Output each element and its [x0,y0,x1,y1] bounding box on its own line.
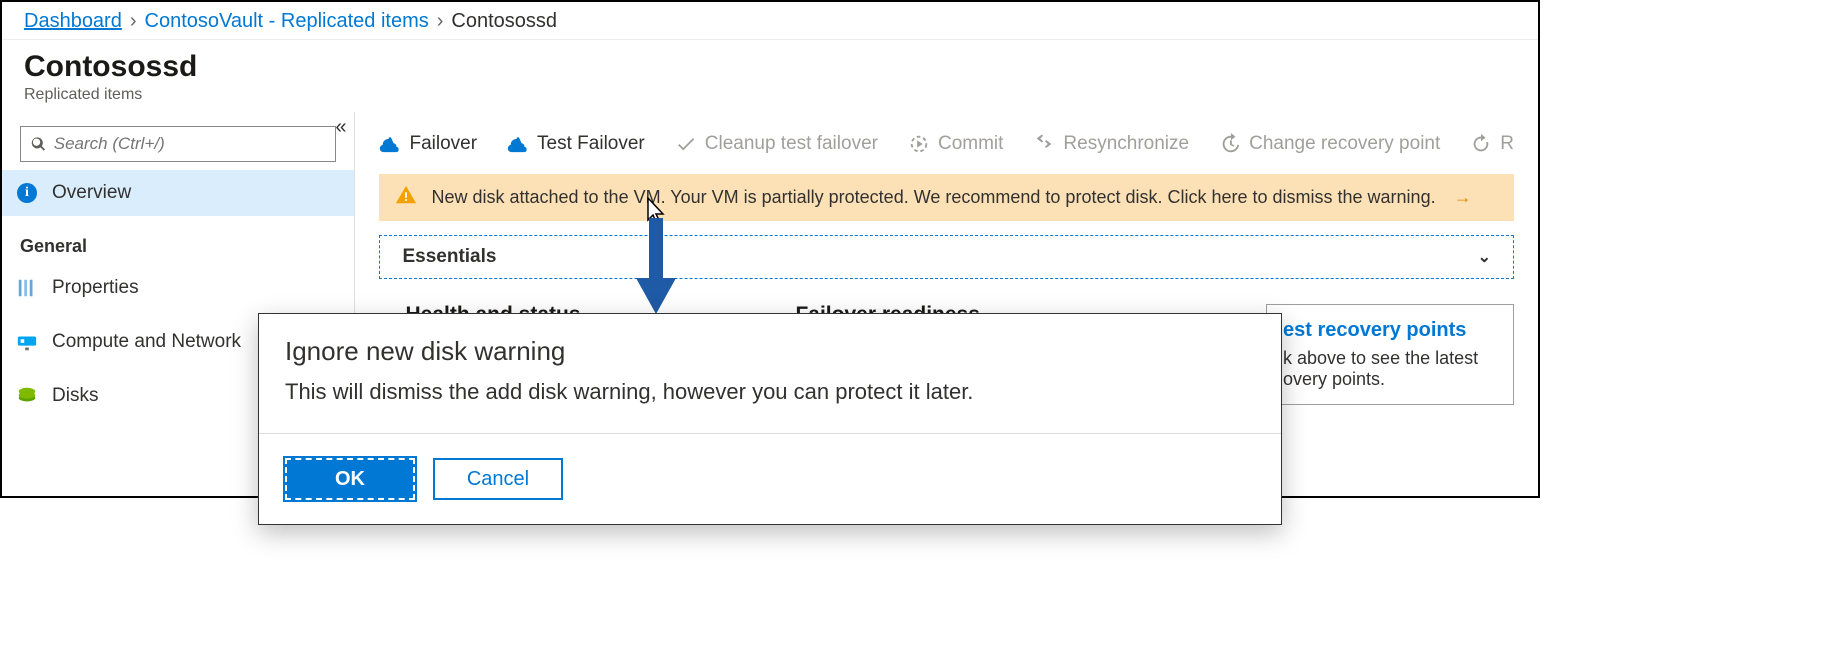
toolbar-commit: Commit [908,133,1003,155]
toolbar-label: R [1500,133,1514,155]
toolbar-label: Change recovery point [1249,133,1440,155]
chevron-double-down-icon: ⌄ [1478,247,1491,267]
arrow-right-icon: → [1454,187,1472,208]
toolbar-label: Cleanup test failover [705,133,878,155]
essentials-label: Essentials [402,246,496,268]
history-icon [1219,133,1241,155]
checkmark-icon [675,133,697,155]
breadcrumb-current: Contosossd [451,10,557,33]
toolbar-label: Failover [409,133,477,155]
cloud-test-icon [507,133,529,155]
divider [259,433,1281,434]
warning-icon [395,184,417,211]
recovery-points-title: est recovery points [1283,319,1497,342]
warning-text: New disk attached to the VM. Your VM is … [431,187,1435,208]
toolbar-change-rp: Change recovery point [1219,133,1440,155]
sidebar-item-label: Disks [52,385,98,407]
cloud-failover-icon [379,133,401,155]
info-icon: i [16,182,38,204]
sidebar-section-general: General [20,236,336,257]
disks-icon [16,385,38,407]
recovery-points-card[interactable]: est recovery points k above to see the l… [1266,304,1514,405]
compute-icon [16,331,38,353]
toolbar-label: Resynchronize [1063,133,1189,155]
cancel-button[interactable]: Cancel [433,458,563,500]
page-header: Contosossd Replicated items [2,40,1538,112]
toolbar-more: R [1470,133,1514,155]
sidebar-item-label: Compute and Network [52,331,241,353]
collapse-sidebar-icon[interactable]: « [335,116,346,139]
toolbar-failover[interactable]: Failover [379,133,477,155]
breadcrumb-dashboard[interactable]: Dashboard [24,10,122,33]
dialog-body: This will dismiss the add disk warning, … [285,379,1255,405]
chevron-right-icon: › [437,10,444,33]
toolbar-test-failover[interactable]: Test Failover [507,133,645,155]
breadcrumb: Dashboard › ContosoVault - Replicated it… [2,2,1538,40]
refresh-icon [1470,133,1492,155]
commit-icon [908,133,930,155]
recovery-points-body: k above to see the latest overy points. [1283,348,1497,390]
sidebar-item-label: Overview [52,182,131,204]
breadcrumb-vault[interactable]: ContosoVault - Replicated items [145,10,429,33]
essentials-panel[interactable]: Essentials ⌄ [379,235,1514,279]
toolbar: Failover Test Failover Cleanup test fail… [379,124,1514,164]
properties-icon [16,277,38,299]
toolbar-label: Test Failover [537,133,645,155]
chevron-right-icon: › [130,10,137,33]
resync-icon [1033,133,1055,155]
sidebar-item-overview[interactable]: i Overview [2,170,354,216]
warning-banner[interactable]: New disk attached to the VM. Your VM is … [379,174,1514,221]
search-box[interactable] [20,126,336,162]
toolbar-label: Commit [938,133,1003,155]
dialog-buttons: OK Cancel [285,458,1255,500]
page-subtitle: Replicated items [24,86,1516,104]
toolbar-cleanup: Cleanup test failover [675,133,878,155]
sidebar-item-properties[interactable]: Properties [2,265,354,311]
dismiss-warning-dialog: Ignore new disk warning This will dismis… [258,313,1282,525]
search-input[interactable] [54,134,325,154]
sidebar-item-label: Properties [52,277,139,299]
toolbar-resync: Resynchronize [1033,133,1189,155]
dialog-title: Ignore new disk warning [285,336,1255,367]
ok-button[interactable]: OK [285,458,415,500]
search-icon [31,136,46,152]
page-title: Contosossd [24,50,1516,84]
annotation-arrow-icon [634,218,678,318]
